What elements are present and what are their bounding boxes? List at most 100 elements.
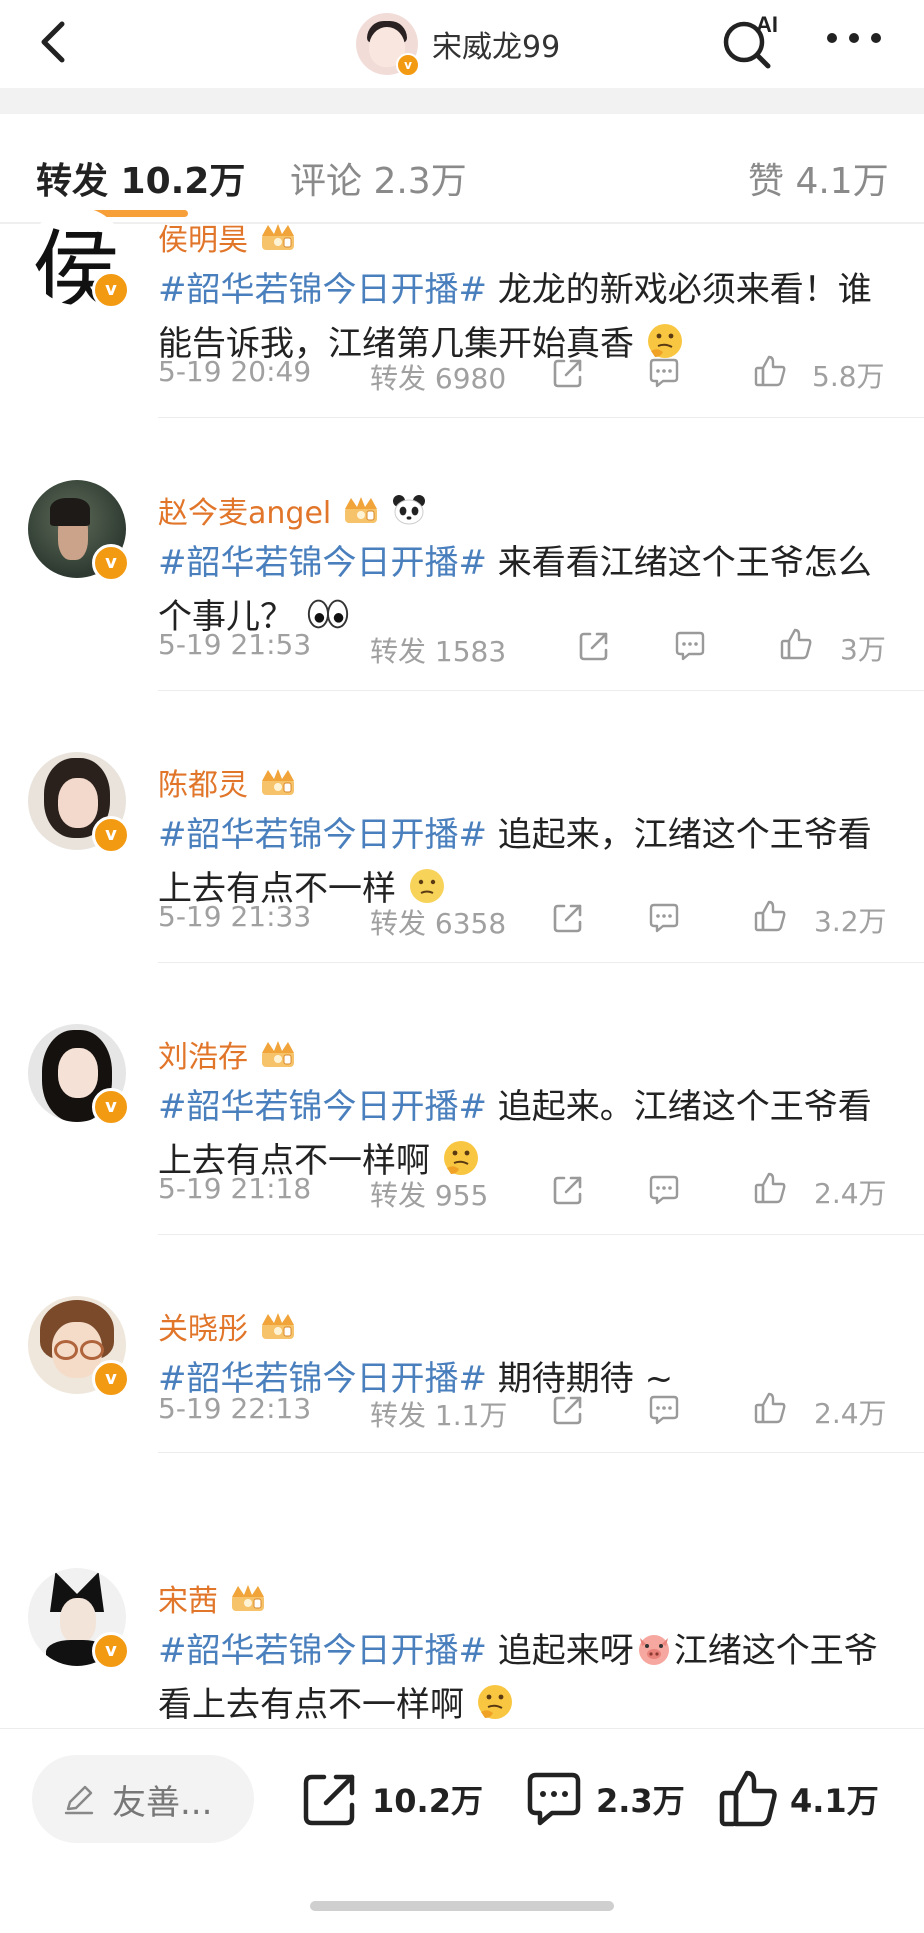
repost-item[interactable]: v 关晓彤 #韶华若锦今日开播# 期待期待 ~ 5-19 22:13 转发 1.… (0, 1296, 924, 1476)
share-icon[interactable] (550, 1172, 586, 1208)
like-total: 4.1万 (790, 1782, 879, 1820)
like-icon[interactable] (752, 898, 788, 934)
comment-icon[interactable] (672, 628, 708, 664)
repost-item[interactable]: v 陈都灵 #韶华若锦今日开播# 追起来，江绪这个王爷看上去有点不一样 5-19… (0, 752, 924, 972)
repost-text: #韶华若锦今日开播# 追起来呀 江绪这个王爷看上去有点不一样啊 (158, 1624, 888, 1732)
like-count: 5.8万 (812, 360, 885, 393)
share-icon[interactable] (550, 1392, 586, 1428)
avatar[interactable]: v (28, 1024, 130, 1126)
username[interactable]: 关晓彤 (158, 1304, 298, 1348)
section-gap (0, 88, 924, 114)
avatar[interactable]: v (28, 1568, 130, 1670)
repost-time: 5-19 21:53 (158, 628, 312, 661)
repost-item[interactable]: v 刘浩存 #韶华若锦今日开播# 追起来。江绪这个王爷看上去有点不一样啊 5-1… (0, 1024, 924, 1244)
avatar[interactable]: v (28, 1296, 130, 1398)
thinking-emoji-icon (475, 1682, 515, 1722)
more-button[interactable] (822, 18, 886, 58)
repost-time: 5-19 21:18 (158, 1172, 312, 1205)
repost-item[interactable]: v 宋茜 #韶华若锦今日开播# 追起来呀 江绪这个王爷看上去有点不一样啊 (0, 1568, 924, 1728)
panda-badge-icon (393, 495, 426, 525)
share-icon (303, 1774, 355, 1826)
ai-label: AI (756, 12, 778, 37)
comment-icon[interactable] (646, 900, 682, 936)
repost-count: 转发 1.1万 (370, 1399, 508, 1432)
pencil-icon (64, 1785, 94, 1815)
repost-time: 5-19 21:33 (158, 900, 312, 933)
repost-count: 转发 1583 (370, 635, 507, 668)
topic-link[interactable]: #韶华若锦今日开播# (158, 270, 487, 310)
repost-count: 转发 6980 (370, 362, 507, 395)
repost-count: 转发 6358 (370, 907, 507, 940)
compose-input[interactable]: 友善... (32, 1755, 254, 1843)
avatar[interactable]: v (28, 480, 130, 582)
post-owner[interactable]: v 宋威龙99 (356, 8, 560, 80)
ai-search-icon: AI (723, 12, 778, 69)
like-icon[interactable] (752, 1170, 788, 1206)
comment-icon[interactable] (646, 355, 682, 391)
avatar[interactable]: v (356, 13, 420, 77)
topic-link[interactable]: #韶华若锦今日开播# (158, 815, 487, 855)
username[interactable]: 宋茜 (158, 1576, 268, 1620)
tab-reposts[interactable]: 转发 10.2万 (36, 152, 245, 204)
verified-badge-icon: v (92, 1088, 130, 1126)
share-icon[interactable] (550, 355, 586, 391)
like-count: 3万 (840, 633, 886, 666)
verified-badge-icon: v (92, 544, 130, 582)
crown-icon (341, 495, 381, 525)
crown-icon (258, 1311, 298, 1341)
divider (158, 690, 924, 691)
back-button[interactable] (28, 14, 84, 70)
crown-icon (228, 1583, 268, 1613)
divider (158, 1452, 924, 1453)
username[interactable]: 陈都灵 (158, 760, 298, 804)
like-button[interactable]: 4.1万 (716, 1759, 879, 1839)
comment-button[interactable]: 2.3万 (522, 1759, 685, 1839)
username[interactable]: 侯明昊 (158, 215, 298, 259)
share-icon[interactable] (576, 628, 612, 664)
divider (158, 962, 924, 963)
pig-emoji-icon (634, 1628, 674, 1668)
repost-count: 转发 955 (370, 1179, 489, 1212)
topic-link[interactable]: #韶华若锦今日开播# (158, 1087, 487, 1127)
topic-link[interactable]: #韶华若锦今日开播# (158, 1631, 487, 1671)
verified-badge-icon: v (92, 816, 130, 854)
verified-badge-icon: v (92, 1360, 130, 1398)
repost-total: 10.2万 (372, 1782, 483, 1820)
topic-link[interactable]: #韶华若锦今日开播# (158, 543, 487, 583)
crown-icon (258, 1039, 298, 1069)
avatar[interactable]: 侯 v (28, 207, 130, 309)
crown-icon (258, 222, 298, 252)
compose-placeholder: 友善... (112, 1782, 213, 1823)
avatar[interactable]: v (28, 752, 130, 854)
username[interactable]: 刘浩存 (158, 1032, 298, 1076)
like-count: 3.2万 (814, 905, 887, 938)
comment-icon (527, 1772, 581, 1826)
thinking-emoji-icon (441, 1138, 481, 1178)
username[interactable]: 赵今麦angel (158, 488, 427, 532)
more-dots-icon (827, 33, 881, 43)
repost-item[interactable]: v 赵今麦angel #韶华若锦今日开播# 来看看江绪这个王爷怎么个事儿？ 5-… (0, 480, 924, 700)
like-icon[interactable] (752, 1390, 788, 1426)
verified-badge-icon: v (396, 53, 420, 77)
like-count: 2.4万 (814, 1397, 887, 1430)
chevron-left-icon (41, 21, 65, 63)
home-indicator[interactable] (310, 1901, 614, 1911)
repost-time: 5-19 20:49 (158, 355, 312, 388)
like-icon[interactable] (752, 353, 788, 389)
repost-time: 5-19 22:13 (158, 1392, 312, 1425)
verified-badge-icon: v (92, 271, 130, 309)
share-icon[interactable] (550, 900, 586, 936)
repost-button[interactable]: 10.2万 (298, 1759, 483, 1839)
comment-icon[interactable] (646, 1172, 682, 1208)
ai-search-button[interactable]: AI (720, 8, 792, 72)
top-nav-bar: v 宋威龙99 AI (0, 0, 924, 88)
divider (158, 1234, 924, 1235)
comment-icon[interactable] (646, 1392, 682, 1428)
like-icon[interactable] (778, 626, 814, 662)
owner-name[interactable]: 宋威龙99 (432, 22, 560, 66)
tab-comments[interactable]: 评论 2.3万 (290, 152, 467, 204)
tab-likes[interactable]: 赞 4.1万 (748, 152, 889, 204)
eyes-emoji-icon (305, 594, 351, 634)
like-count: 2.4万 (814, 1177, 887, 1210)
repost-item[interactable]: 侯 v 侯明昊 #韶华若锦今日开播# 龙龙的新戏必须来看！谁能告诉我，江绪第几集… (0, 207, 924, 427)
